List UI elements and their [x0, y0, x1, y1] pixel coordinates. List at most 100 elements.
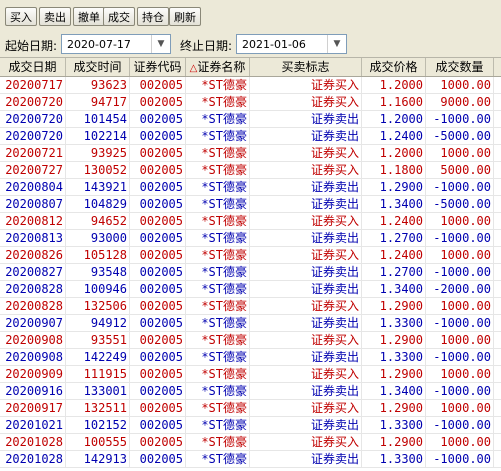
cell-price: 1.3300: [362, 417, 426, 433]
cell-security-name: *ST德豪: [186, 77, 250, 93]
cell-quantity: -1000.00: [426, 111, 494, 127]
cell-security-code: 002005: [130, 332, 186, 348]
cell-security-name: *ST德豪: [186, 383, 250, 399]
table-row[interactable]: 20200827 93548 002005 *ST德豪 证券卖出 1.2700 -1000.…: [0, 264, 501, 281]
cell-side: 证券买入: [250, 298, 362, 314]
table-row[interactable]: 20200807 104829 002005 *ST德豪 证券卖出 1.3400 -5000…: [0, 196, 501, 213]
cell-trade-date: 20201021: [0, 417, 66, 433]
cell-security-name: *ST德豪: [186, 298, 250, 314]
cell-side: 证券卖出: [250, 111, 362, 127]
cell-security-code: 002005: [130, 417, 186, 433]
cell-trade-date: 20200804: [0, 179, 66, 195]
table-row[interactable]: 20200720 101454 002005 *ST德豪 证券卖出 1.2000 -1000…: [0, 111, 501, 128]
cell-quantity: -1000.00: [426, 179, 494, 195]
cell-quantity: 1000.00: [426, 247, 494, 263]
cell-security-name: *ST德豪: [186, 196, 250, 212]
cell-price: 1.2900: [362, 179, 426, 195]
positions-button[interactable]: 持仓: [137, 7, 169, 26]
cell-side: 证券买入: [250, 213, 362, 229]
cell-price: 1.2900: [362, 434, 426, 450]
cell-trade-date: 20200812: [0, 213, 66, 229]
table-row[interactable]: 20200908 142249 002005 *ST德豪 证券卖出 1.3300 -1000…: [0, 349, 501, 366]
cell-security-code: 002005: [130, 179, 186, 195]
cell-trade-date: 20200908: [0, 349, 66, 365]
cell-security-name: *ST德豪: [186, 434, 250, 450]
cell-price: 1.2700: [362, 230, 426, 246]
table-row[interactable]: 20200812 94652 002005 *ST德豪 证券买入 1.2400 1000.0…: [0, 213, 501, 230]
cell-price: 1.3300: [362, 451, 426, 467]
cell-quantity: 1000.00: [426, 145, 494, 161]
cell-quantity: 5000.00: [426, 162, 494, 178]
cell-price: 1.3400: [362, 281, 426, 297]
refresh-button[interactable]: 刷新: [169, 7, 201, 26]
table-row[interactable]: 20200826 105128 002005 *ST德豪 证券买入 1.2400 1000.…: [0, 247, 501, 264]
cell-trade-time: 105128: [66, 247, 130, 263]
table-row[interactable]: 20200909 111915 002005 *ST德豪 证券买入 1.2900 1000.…: [0, 366, 501, 383]
table-row[interactable]: 20201028 142913 002005 *ST德豪 证券卖出 1.3300 -1000…: [0, 451, 501, 468]
cell-security-code: 002005: [130, 213, 186, 229]
cell-quantity: -1000.00: [426, 349, 494, 365]
header-trade-time[interactable]: 成交时间: [66, 58, 130, 76]
cell-side: 证券卖出: [250, 383, 362, 399]
cell-trade-date: 20200828: [0, 281, 66, 297]
cell-price: 1.3400: [362, 196, 426, 212]
table-row[interactable]: 20200720 102214 002005 *ST德豪 证券卖出 1.2400 -5000…: [0, 128, 501, 145]
table-row[interactable]: 20200908 93551 002005 *ST德豪 证券买入 1.2900 1000.0…: [0, 332, 501, 349]
header-price[interactable]: 成交价格: [362, 58, 426, 76]
cell-price: 1.2000: [362, 111, 426, 127]
cell-security-code: 002005: [130, 162, 186, 178]
table-row[interactable]: 20200721 93925 002005 *ST德豪 证券买入 1.2000 1000.0…: [0, 145, 501, 162]
header-security-name[interactable]: △证券名称: [186, 58, 250, 76]
header-trade-date[interactable]: 成交日期: [0, 58, 66, 76]
table-row[interactable]: 20201021 102152 002005 *ST德豪 证券卖出 1.3300 -1000…: [0, 417, 501, 434]
deals-button[interactable]: 成交: [103, 7, 135, 26]
cell-price: 1.2900: [362, 400, 426, 416]
cell-security-code: 002005: [130, 264, 186, 280]
start-date-picker[interactable]: 2020-07-17 ▼: [61, 34, 171, 54]
cell-price: 1.2400: [362, 247, 426, 263]
cell-security-name: *ST德豪: [186, 400, 250, 416]
cell-trade-time: 142913: [66, 451, 130, 467]
table-row[interactable]: 20200813 93000 002005 *ST德豪 证券卖出 1.2700 -1000.…: [0, 230, 501, 247]
cell-quantity: -1000.00: [426, 230, 494, 246]
cell-trade-time: 94912: [66, 315, 130, 331]
date-filter-bar: 起始日期: 2020-07-17 ▼ 终止日期: 2021-01-06 ▼: [0, 31, 501, 57]
cell-price: 1.2000: [362, 77, 426, 93]
table-row[interactable]: 20200917 132511 002005 *ST德豪 证券买入 1.2900 1000.…: [0, 400, 501, 417]
table-row[interactable]: 20201028 100555 002005 *ST德豪 证券买入 1.2900 1000.…: [0, 434, 501, 451]
header-security-code[interactable]: 证券代码: [130, 58, 186, 76]
cell-trade-date: 20200826: [0, 247, 66, 263]
cell-security-name: *ST德豪: [186, 128, 250, 144]
cell-side: 证券卖出: [250, 230, 362, 246]
cell-side: 证券卖出: [250, 417, 362, 433]
chevron-down-icon[interactable]: ▼: [151, 35, 170, 53]
cell-security-code: 002005: [130, 383, 186, 399]
end-date-value: 2021-01-06: [242, 38, 306, 51]
table-row[interactable]: 20200727 130052 002005 *ST德豪 证券买入 1.1800 5000.…: [0, 162, 501, 179]
cell-quantity: 1000.00: [426, 213, 494, 229]
header-quantity[interactable]: 成交数量: [426, 58, 494, 76]
chevron-down-icon[interactable]: ▼: [327, 35, 346, 53]
table-row[interactable]: 20200717 93623 002005 *ST德豪 证券买入 1.2000 1000.0…: [0, 77, 501, 94]
start-date-value: 2020-07-17: [67, 38, 131, 51]
cell-security-code: 002005: [130, 77, 186, 93]
cancel-order-button[interactable]: 撤单: [73, 7, 105, 26]
buy-button[interactable]: 买入: [5, 7, 37, 26]
end-date-picker[interactable]: 2021-01-06 ▼: [236, 34, 347, 54]
cell-side: 证券买入: [250, 247, 362, 263]
sell-button[interactable]: 卖出: [39, 7, 71, 26]
cell-trade-date: 20201028: [0, 451, 66, 467]
table-row[interactable]: 20200916 133001 002005 *ST德豪 证券卖出 1.3400 -1000…: [0, 383, 501, 400]
header-side[interactable]: 买卖标志: [250, 58, 362, 76]
cell-side: 证券买入: [250, 366, 362, 382]
cell-price: 1.3400: [362, 383, 426, 399]
cell-side: 证券卖出: [250, 264, 362, 280]
table-row[interactable]: 20200828 132506 002005 *ST德豪 证券买入 1.2900 1000.…: [0, 298, 501, 315]
cell-security-name: *ST德豪: [186, 349, 250, 365]
table-row[interactable]: 20200907 94912 002005 *ST德豪 证券卖出 1.3300 -1000.…: [0, 315, 501, 332]
table-row[interactable]: 20200828 100946 002005 *ST德豪 证券卖出 1.3400 -2000…: [0, 281, 501, 298]
table-row[interactable]: 20200804 143921 002005 *ST德豪 证券卖出 1.2900 -1000…: [0, 179, 501, 196]
table-row[interactable]: 20200720 94717 002005 *ST德豪 证券买入 1.1600 9000.0…: [0, 94, 501, 111]
cell-quantity: -1000.00: [426, 264, 494, 280]
cell-trade-time: 93551: [66, 332, 130, 348]
